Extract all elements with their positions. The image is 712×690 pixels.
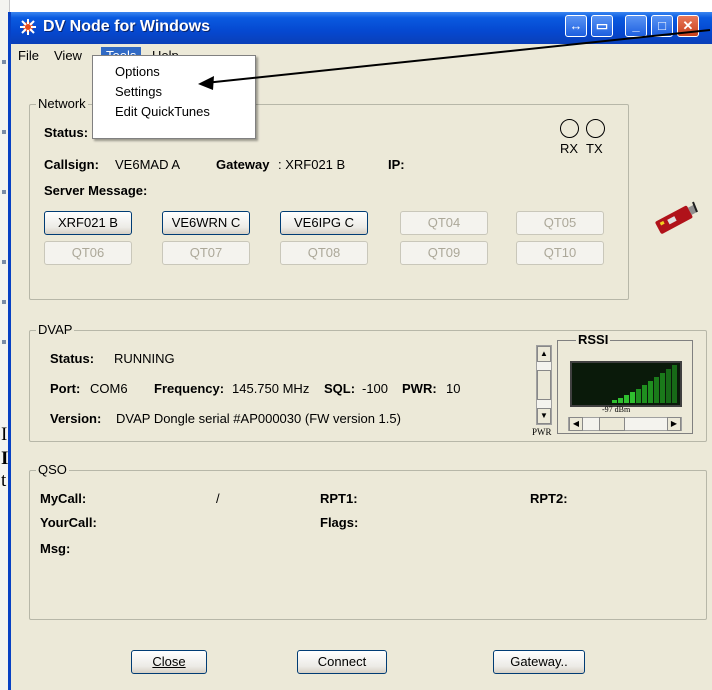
annotation-arrow [198, 29, 711, 90]
